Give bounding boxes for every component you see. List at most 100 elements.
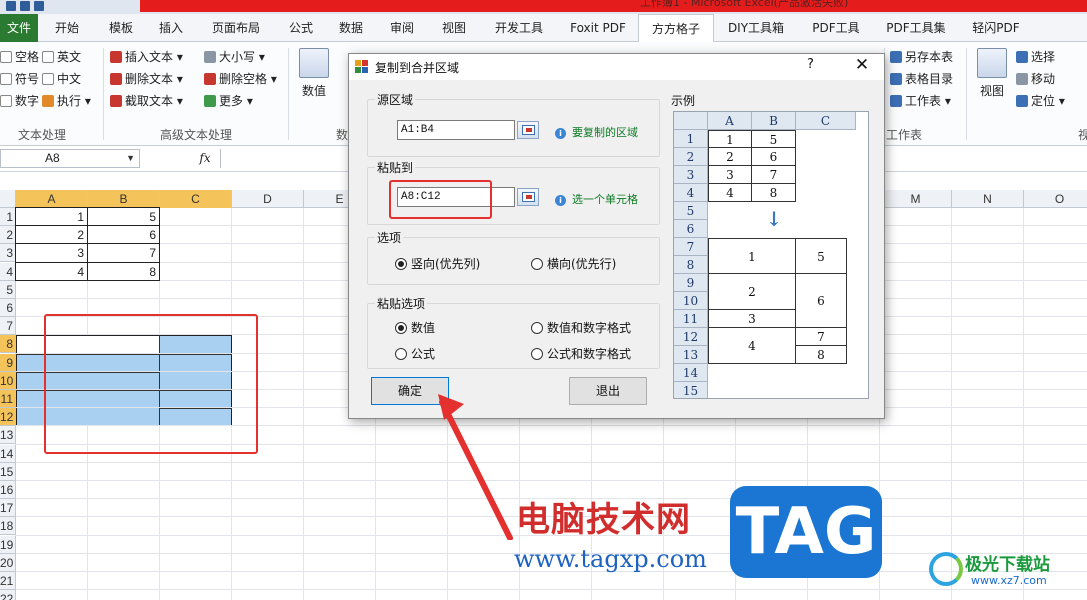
tab-11[interactable]: 方方格子 xyxy=(638,14,714,43)
help-button[interactable]: ? xyxy=(807,57,814,72)
horizontal-priority-radio[interactable]: 横向(优先行) xyxy=(531,255,616,272)
row-header-21[interactable]: 21 xyxy=(0,572,16,590)
redo-icon[interactable] xyxy=(34,1,44,11)
row-header-14[interactable]: 14 xyxy=(0,444,16,463)
tab-0[interactable]: 文件 xyxy=(0,14,38,42)
column-header-O[interactable]: O xyxy=(1024,190,1087,208)
row-header-11[interactable]: 11 xyxy=(0,390,16,408)
row-header-19[interactable]: 19 xyxy=(0,535,16,554)
name-box[interactable]: A8 ▼ xyxy=(0,149,140,168)
ribbon-space-button[interactable]: 空格 xyxy=(0,48,39,65)
row-header-16[interactable]: 16 xyxy=(0,481,16,499)
tab-3[interactable]: 插入 xyxy=(146,14,196,42)
cell-B2[interactable]: 6 xyxy=(87,225,160,245)
cell-A3[interactable]: 3 xyxy=(15,243,88,263)
cell-A2[interactable]: 2 xyxy=(15,225,88,245)
source-range-picker-button[interactable] xyxy=(517,121,539,139)
tab-7[interactable]: 审阅 xyxy=(376,14,428,42)
column-header-N[interactable]: N xyxy=(952,190,1024,208)
tab-6[interactable]: 数据 xyxy=(326,14,376,42)
cell-B4[interactable]: 8 xyxy=(87,261,160,281)
extract-text-button[interactable]: 截取文本 ▾ xyxy=(110,92,183,109)
close-button[interactable]: ✕ xyxy=(847,55,877,75)
paste-formulas-radio[interactable]: 公式 xyxy=(395,345,435,362)
row-header-7[interactable]: 7 xyxy=(0,317,16,336)
column-header-M[interactable]: M xyxy=(880,190,952,208)
row-header-18[interactable]: 18 xyxy=(0,517,16,536)
tab-1[interactable]: 开始 xyxy=(38,14,96,42)
row-header-10[interactable]: 10 xyxy=(0,371,16,390)
example-merged-cell: 2 xyxy=(708,273,796,310)
row-header-13[interactable]: 13 xyxy=(0,426,16,445)
tab-9[interactable]: 开发工具 xyxy=(480,14,558,42)
insert-text-button[interactable]: 插入文本 ▾ xyxy=(110,48,183,65)
cell-A1[interactable]: 1 xyxy=(15,207,88,227)
paste-values-radio[interactable]: 数值 xyxy=(395,319,435,336)
paste-to-picker-button[interactable] xyxy=(517,188,539,206)
view-button[interactable]: 视图 xyxy=(974,48,1010,99)
cell-A4[interactable]: 4 xyxy=(15,261,88,281)
ribbon-chinese-button[interactable]: 中文 xyxy=(42,70,81,87)
info-icon: i xyxy=(555,195,566,206)
row-header-17[interactable]: 17 xyxy=(0,499,16,518)
ribbon-symbol-button[interactable]: 符号 xyxy=(0,70,39,87)
source-range-input[interactable]: A1:B4 xyxy=(397,120,515,140)
row-header-5[interactable]: 5 xyxy=(0,280,16,299)
row-header-22[interactable]: 22 xyxy=(0,590,16,600)
chevron-down-icon[interactable]: ▼ xyxy=(126,150,135,167)
paste-values-formats-radio[interactable]: 数值和数字格式 xyxy=(531,319,631,336)
move-button[interactable]: 移动 xyxy=(1016,70,1055,87)
tab-13[interactable]: PDF工具 xyxy=(798,14,874,42)
select-all-corner[interactable] xyxy=(0,190,16,208)
tab-2[interactable]: 模板 xyxy=(96,14,146,42)
case-button[interactable]: 大小写 ▾ xyxy=(204,48,265,65)
paste-formulas-formats-radio[interactable]: 公式和数字格式 xyxy=(531,345,631,362)
locate-button[interactable]: 定位 ▾ xyxy=(1016,92,1065,109)
tab-10[interactable]: Foxit PDF xyxy=(558,14,638,42)
tab-4[interactable]: 页面布局 xyxy=(196,14,276,42)
tab-15[interactable]: 轻闪PDF xyxy=(958,14,1034,42)
select-button[interactable]: 选择 xyxy=(1016,48,1055,65)
numeric-button[interactable]: 数值 xyxy=(296,48,332,99)
row-header-12[interactable]: 12 xyxy=(0,408,16,427)
delete-space-button[interactable]: 删除空格 ▾ xyxy=(204,70,277,87)
delete-text-button[interactable]: 删除文本 ▾ xyxy=(110,70,183,87)
row-header-4[interactable]: 4 xyxy=(0,262,16,281)
example-merged-cell: 6 xyxy=(795,273,847,328)
quick-access-toolbar[interactable] xyxy=(6,0,66,12)
row-header-20[interactable]: 20 xyxy=(0,553,16,572)
undo-icon[interactable] xyxy=(20,1,30,11)
tab-12[interactable]: DIY工具箱 xyxy=(714,14,798,42)
cell-B1[interactable]: 5 xyxy=(87,207,160,227)
column-header-C[interactable]: C xyxy=(160,190,232,208)
row-header-9[interactable]: 9 xyxy=(0,353,16,372)
example-src-cell: 1 xyxy=(708,130,752,148)
cell-B3[interactable]: 7 xyxy=(87,243,160,263)
row-header-1[interactable]: 1 xyxy=(0,208,16,226)
column-header-A[interactable]: A xyxy=(16,190,88,208)
function-icon[interactable]: fx xyxy=(190,149,220,168)
row-header-8[interactable]: 8 xyxy=(0,335,16,354)
tab-14[interactable]: PDF工具集 xyxy=(874,14,958,42)
group-separator xyxy=(103,48,104,140)
column-header-D[interactable]: D xyxy=(232,190,304,208)
vertical-priority-radio[interactable]: 竖向(优先列) xyxy=(395,255,480,272)
row-header-3[interactable]: 3 xyxy=(0,244,16,263)
save-icon[interactable] xyxy=(6,1,16,11)
more-button[interactable]: 更多 ▾ xyxy=(204,92,253,109)
example-row-15: 15 xyxy=(674,382,708,398)
row-header-6[interactable]: 6 xyxy=(0,299,16,317)
exit-button[interactable]: 退出 xyxy=(569,377,647,405)
sheet-toc-button[interactable]: 表格目录 xyxy=(890,70,953,87)
row-header-15[interactable]: 15 xyxy=(0,462,16,481)
worksheet-button[interactable]: 工作表 ▾ xyxy=(890,92,951,109)
row-header-2[interactable]: 2 xyxy=(0,226,16,245)
save-sheet-button[interactable]: 另存本表 xyxy=(890,48,953,65)
example-preview: A B C 1 2 3 4 5 6 7 8 9 10 11 12 13 14 15 1 5 2 6 3 7 4 8 ↓ 1 5 2 6 3 4 7… xyxy=(673,111,869,399)
tab-8[interactable]: 视图 xyxy=(428,14,480,42)
column-header-B[interactable]: B xyxy=(88,190,160,208)
tab-5[interactable]: 公式 xyxy=(276,14,326,42)
ribbon-execute-button[interactable]: 执行 ▾ xyxy=(42,92,91,109)
ribbon-english-button[interactable]: 英文 xyxy=(42,48,81,65)
ribbon-number-button[interactable]: 数字 xyxy=(0,92,39,109)
